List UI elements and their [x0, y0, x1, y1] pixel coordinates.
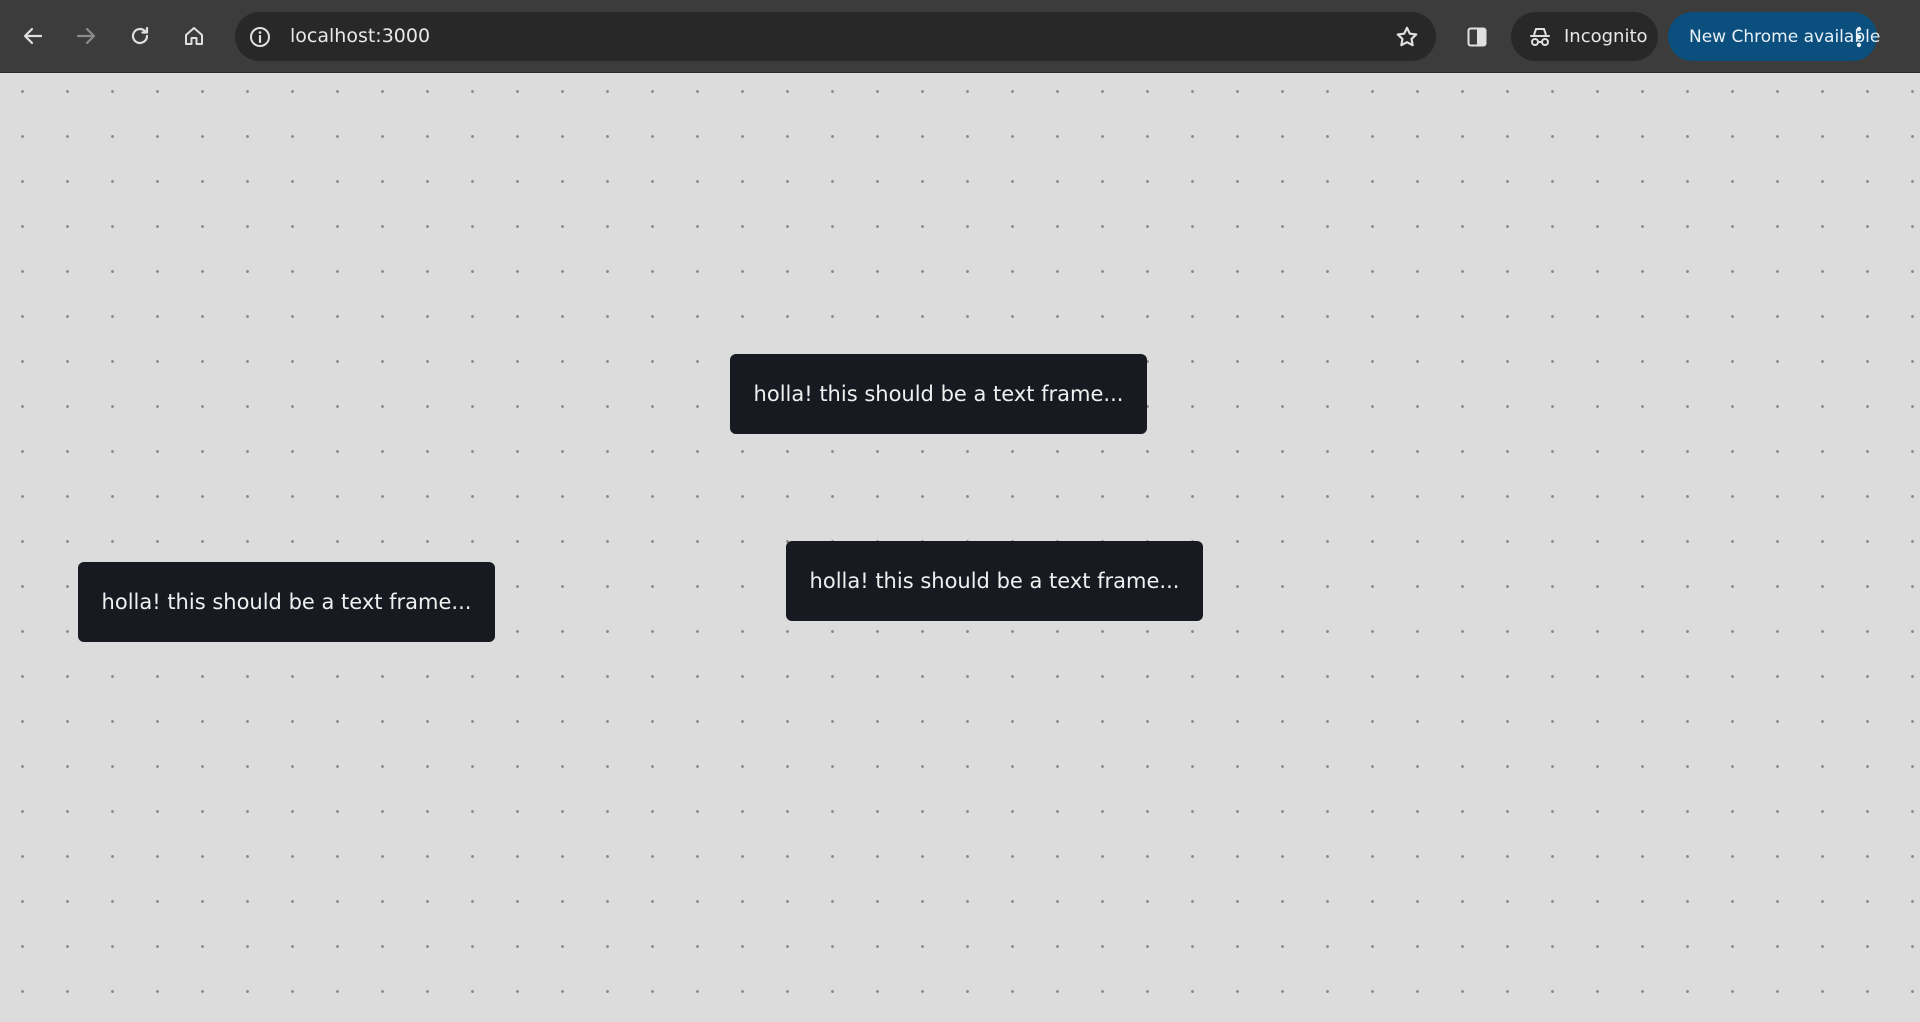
home-button[interactable]	[176, 18, 212, 54]
text-frame-label: holla! this should be a text frame...	[809, 569, 1180, 593]
site-info-button[interactable]	[245, 22, 275, 52]
dot-grid-canvas[interactable]: holla! this should be a text frame... ho…	[0, 73, 1920, 1022]
back-button[interactable]	[15, 18, 51, 54]
arrow-left-icon	[23, 27, 43, 45]
forward-button[interactable]	[68, 18, 104, 54]
text-frame[interactable]: holla! this should be a text frame...	[786, 541, 1203, 621]
text-frame-label: holla! this should be a text frame...	[101, 590, 472, 614]
bookmark-button[interactable]	[1392, 22, 1422, 52]
address-bar[interactable]: localhost:3000	[235, 12, 1436, 61]
reload-button[interactable]	[122, 18, 158, 54]
update-chrome-button[interactable]: New Chrome available	[1668, 12, 1881, 61]
browser-toolbar: localhost:3000 Incognito New Chrome avai…	[0, 0, 1920, 73]
incognito-icon	[1530, 28, 1550, 46]
star-icon	[1396, 26, 1418, 47]
text-frame[interactable]: holla! this should be a text frame...	[730, 354, 1147, 434]
kebab-menu-icon[interactable]	[1855, 25, 1863, 49]
incognito-label: Incognito	[1564, 26, 1648, 47]
incognito-indicator[interactable]: Incognito	[1511, 12, 1658, 61]
reload-icon	[131, 26, 149, 45]
update-label: New Chrome available	[1689, 27, 1881, 47]
side-panel-icon	[1467, 27, 1487, 47]
text-frame-label: holla! this should be a text frame...	[753, 382, 1124, 406]
side-panel-button[interactable]	[1459, 19, 1495, 55]
arrow-right-icon	[76, 27, 96, 45]
info-icon	[250, 27, 270, 47]
url-text[interactable]: localhost:3000	[290, 24, 430, 49]
text-frame[interactable]: holla! this should be a text frame...	[78, 562, 495, 642]
home-icon	[185, 27, 203, 45]
